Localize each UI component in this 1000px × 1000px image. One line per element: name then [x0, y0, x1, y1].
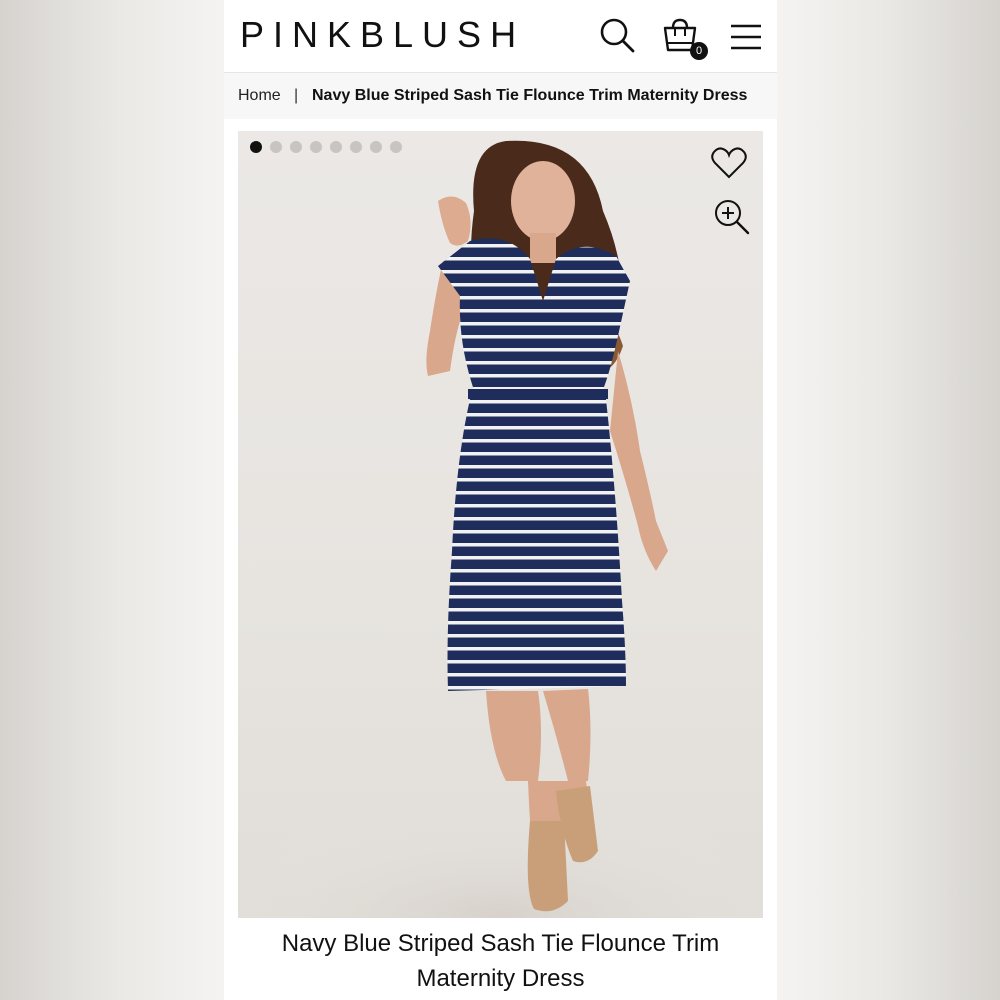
product-title-line: Maternity Dress	[416, 965, 585, 992]
pagination-dot[interactable]	[390, 141, 402, 153]
site-logo[interactable]: PINKBLUSH	[240, 14, 525, 56]
cart-count-badge: 0	[690, 42, 708, 60]
breadcrumb-home-link[interactable]: Home	[238, 73, 281, 119]
product-photo-model	[238, 140, 763, 918]
hamburger-menu-icon[interactable]	[726, 16, 766, 56]
pagination-dot[interactable]	[350, 141, 362, 153]
product-image[interactable]	[238, 131, 763, 918]
pagination-dot[interactable]	[330, 141, 342, 153]
breadcrumb-separator: |	[294, 87, 299, 104]
pagination-dot[interactable]	[270, 141, 282, 153]
image-pagination-dots	[250, 141, 402, 153]
pagination-dot[interactable]	[310, 141, 322, 153]
product-title: Navy Blue Striped Sash Tie Flounce Trim …	[224, 926, 777, 996]
zoom-in-icon[interactable]	[712, 197, 752, 237]
pagination-dot[interactable]	[250, 141, 262, 153]
site-header: PINKBLUSH 0	[224, 0, 777, 73]
search-icon[interactable]	[598, 16, 638, 56]
mobile-page: PINKBLUSH 0 Home | Navy Blue Striped Sas…	[224, 0, 777, 1000]
breadcrumb: Home | Navy Blue Striped Sash Tie Flounc…	[224, 73, 777, 119]
product-title-line: Navy Blue Striped Sash Tie Flounce Trim	[281, 930, 720, 957]
pagination-dot[interactable]	[290, 141, 302, 153]
pagination-dot[interactable]	[370, 141, 382, 153]
heart-icon[interactable]	[709, 143, 749, 183]
breadcrumb-current: Navy Blue Striped Sash Tie Flounce Trim …	[312, 87, 748, 104]
